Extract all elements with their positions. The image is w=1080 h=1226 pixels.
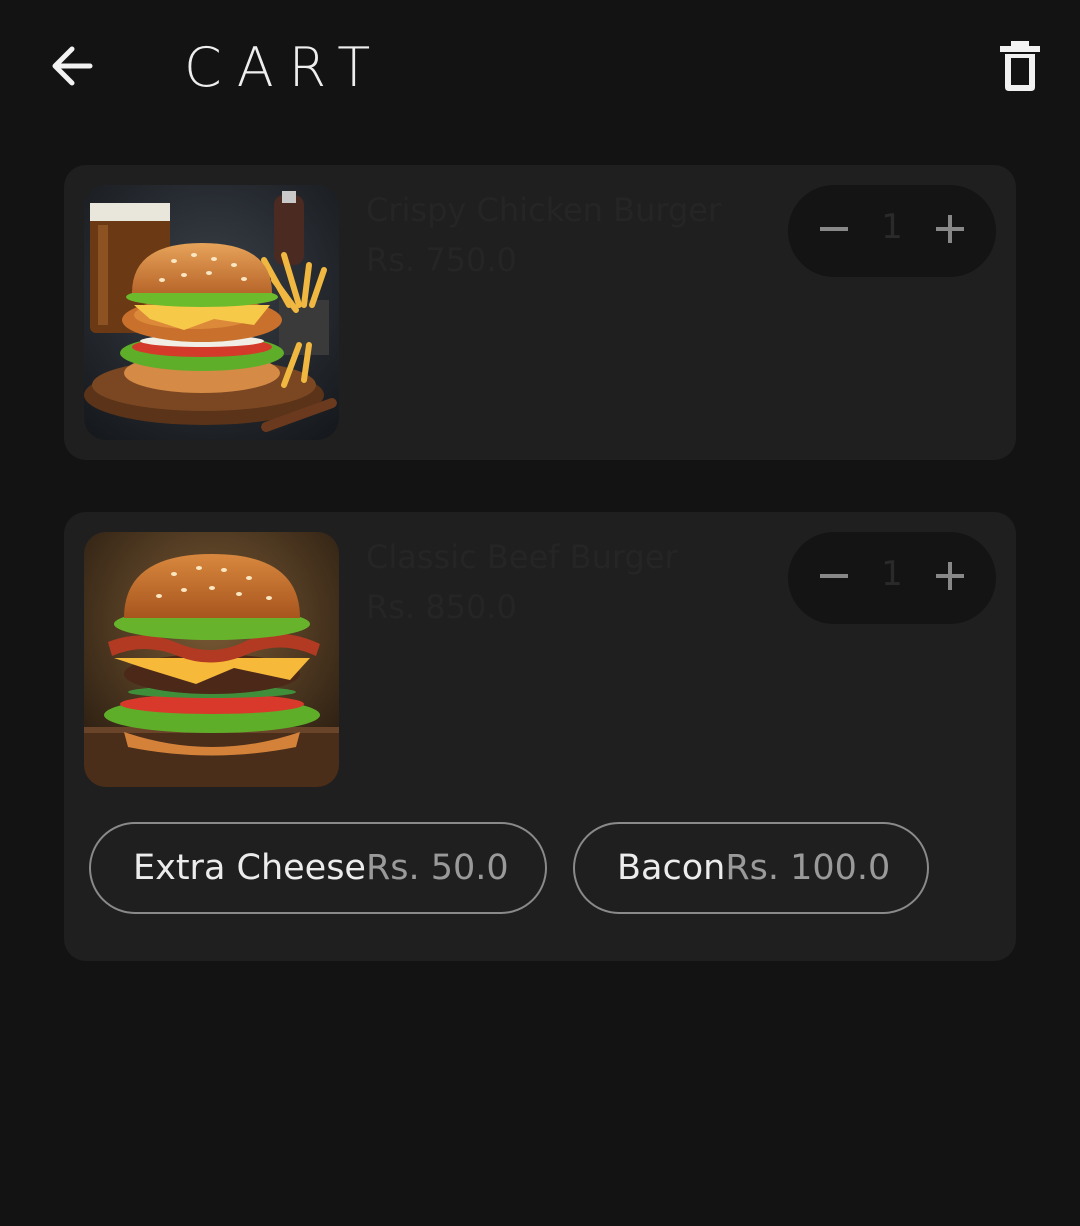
addon-name: Bacon bbox=[617, 848, 726, 888]
addon-name: Extra Cheese bbox=[133, 848, 366, 888]
minus-icon bbox=[817, 212, 851, 250]
plus-icon bbox=[933, 559, 967, 597]
arrow-left-icon bbox=[50, 44, 94, 92]
crispy-chicken-burger-image bbox=[84, 185, 339, 440]
cart-item-card: Classic Beef Burger Rs. 850.0 1 Extra Ch… bbox=[64, 512, 1016, 961]
addon-chip[interactable]: Bacon Rs. 100.0 bbox=[573, 822, 929, 914]
quantity-stepper: 1 bbox=[788, 532, 996, 624]
cart-screen: CART Crispy Chicken Burger Rs. 750.0 1 C… bbox=[0, 0, 1080, 1226]
item-name: Crispy Chicken Burger bbox=[366, 191, 722, 229]
quantity-value: 1 bbox=[881, 554, 903, 594]
quantity-value: 1 bbox=[881, 207, 903, 247]
classic-beef-burger-image bbox=[84, 532, 339, 787]
item-name: Classic Beef Burger bbox=[366, 538, 678, 576]
decrease-quantity-button[interactable] bbox=[806, 550, 862, 606]
app-bar: CART bbox=[0, 0, 1080, 135]
trash-icon bbox=[1000, 41, 1040, 95]
item-price: Rs. 750.0 bbox=[366, 241, 517, 279]
item-price: Rs. 850.0 bbox=[366, 588, 517, 626]
back-button[interactable] bbox=[44, 40, 100, 96]
increase-quantity-button[interactable] bbox=[922, 550, 978, 606]
cart-item-card: Crispy Chicken Burger Rs. 750.0 1 bbox=[64, 165, 1016, 460]
minus-icon bbox=[817, 559, 851, 597]
plus-icon bbox=[933, 212, 967, 250]
quantity-stepper: 1 bbox=[788, 185, 996, 277]
page-title: CART bbox=[184, 36, 386, 99]
addon-price: Rs. 50.0 bbox=[365, 848, 509, 888]
decrease-quantity-button[interactable] bbox=[806, 203, 862, 259]
addon-list: Extra Cheese Rs. 50.0 Bacon Rs. 100.0 bbox=[89, 822, 929, 914]
addon-price: Rs. 100.0 bbox=[725, 848, 891, 888]
addon-chip[interactable]: Extra Cheese Rs. 50.0 bbox=[89, 822, 547, 914]
increase-quantity-button[interactable] bbox=[922, 203, 978, 259]
clear-cart-button[interactable] bbox=[990, 40, 1050, 96]
